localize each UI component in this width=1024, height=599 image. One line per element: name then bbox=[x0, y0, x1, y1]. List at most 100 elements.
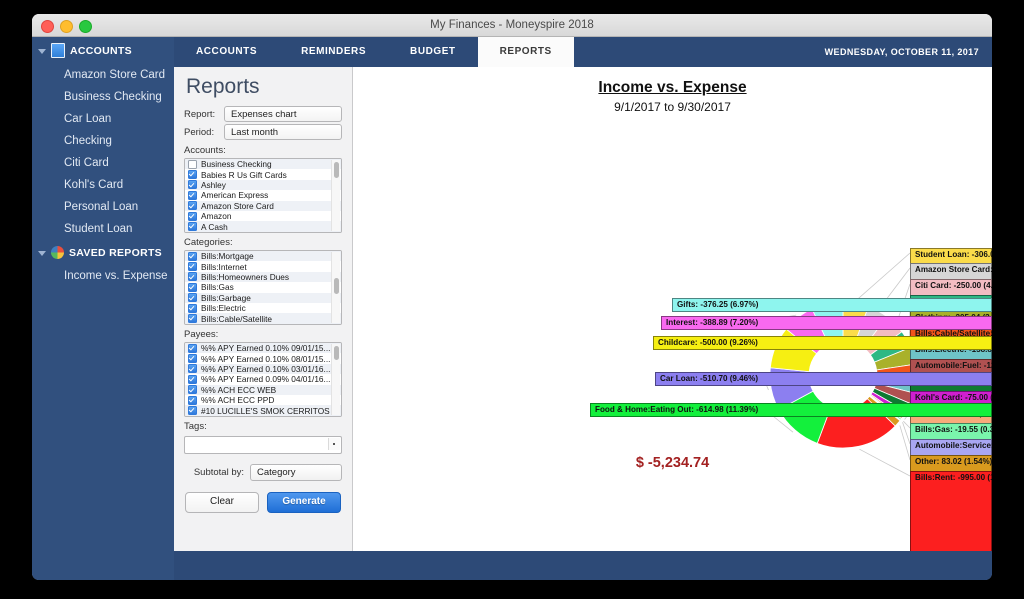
checkbox-icon[interactable] bbox=[188, 262, 197, 271]
scrollbar-thumb[interactable] bbox=[334, 278, 339, 294]
list-item[interactable]: <All Payees> bbox=[185, 416, 341, 417]
sidebar-group-saved-reports[interactable]: SAVED REPORTS bbox=[32, 240, 174, 265]
top-navigation-bar: ACCOUNTS REMINDERS BUDGET REPORTS WEDNES… bbox=[174, 37, 992, 67]
checkbox-icon[interactable] bbox=[188, 212, 197, 221]
disclosure-triangle-icon[interactable] bbox=[38, 251, 46, 256]
sidebar-item-kohls-card[interactable]: Kohl's Card bbox=[32, 174, 174, 196]
checkbox-icon[interactable] bbox=[188, 396, 197, 405]
list-item[interactable]: Business Checking bbox=[185, 159, 341, 169]
list-item[interactable]: Bills:Garbage bbox=[185, 293, 341, 303]
checkbox-icon[interactable] bbox=[188, 375, 197, 384]
period-select[interactable]: Last month bbox=[224, 124, 342, 140]
list-item[interactable]: Bills:Gas bbox=[185, 282, 341, 292]
checkbox-icon[interactable] bbox=[188, 416, 197, 417]
sidebar-group-accounts[interactable]: ACCOUNTS bbox=[32, 37, 174, 64]
list-item[interactable]: #10 LUCILLE'S SMOK CERRITOS ... bbox=[185, 405, 341, 415]
chart-title: Income vs. Expense bbox=[353, 79, 992, 97]
checkbox-icon[interactable] bbox=[188, 160, 197, 169]
list-item[interactable]: Amazon bbox=[185, 211, 341, 221]
tab-accounts[interactable]: ACCOUNTS bbox=[174, 37, 279, 67]
checkbox-icon[interactable] bbox=[188, 364, 197, 373]
form-buttons: Clear Generate bbox=[174, 481, 352, 513]
checkbox-icon[interactable] bbox=[188, 344, 197, 353]
accounts-scrollbar[interactable] bbox=[331, 160, 340, 231]
list-item[interactable]: <All Accounts> bbox=[185, 232, 341, 233]
checkbox-icon[interactable] bbox=[188, 191, 197, 200]
tags-input[interactable] bbox=[184, 436, 342, 454]
checkbox-icon[interactable] bbox=[188, 304, 197, 313]
subtotal-select[interactable]: Category bbox=[250, 464, 342, 481]
sidebar-item-citi-card[interactable]: Citi Card bbox=[32, 152, 174, 174]
list-item-label: Bills bbox=[201, 324, 216, 325]
list-item[interactable]: Bills:Homeowners Dues bbox=[185, 272, 341, 282]
pie-label-interest: Interest: -388.89 (7.20%) bbox=[661, 316, 992, 330]
chart-subtitle: 9/1/2017 to 9/30/2017 bbox=[353, 100, 992, 114]
checkbox-icon[interactable] bbox=[188, 283, 197, 292]
checkbox-icon[interactable] bbox=[188, 272, 197, 281]
clear-button[interactable]: Clear bbox=[185, 492, 259, 513]
list-item-label: Amazon bbox=[201, 211, 231, 221]
pie-chart-icon bbox=[51, 246, 64, 259]
sidebar-item-car-loan[interactable]: Car Loan bbox=[32, 108, 174, 130]
list-item[interactable]: Bills:Cable/Satellite bbox=[185, 313, 341, 323]
list-item-label: Business Checking bbox=[201, 159, 272, 169]
payees-list[interactable]: %% APY Earned 0.10% 09/01/15...%% APY Ea… bbox=[184, 342, 342, 417]
tab-budget[interactable]: BUDGET bbox=[388, 37, 478, 67]
pie-label-gifts: Gifts: -376.25 (6.97%) bbox=[672, 298, 992, 312]
checkbox-icon[interactable] bbox=[188, 406, 197, 415]
scrollbar-thumb[interactable] bbox=[334, 162, 339, 178]
list-item[interactable]: Babies R Us Gift Cards bbox=[185, 169, 341, 179]
checkbox-icon[interactable] bbox=[188, 314, 197, 323]
checkbox-icon[interactable] bbox=[188, 354, 197, 363]
checkbox-icon[interactable] bbox=[188, 293, 197, 302]
window-title: My Finances - Moneyspire 2018 bbox=[32, 14, 992, 36]
list-item[interactable]: American Express bbox=[185, 190, 341, 200]
sidebar-item-amazon-store-card[interactable]: Amazon Store Card bbox=[32, 64, 174, 86]
payees-scrollbar[interactable] bbox=[331, 344, 340, 415]
checkbox-icon[interactable] bbox=[188, 222, 197, 231]
period-row: Period: Last month bbox=[174, 123, 352, 141]
list-item[interactable]: Ashley bbox=[185, 180, 341, 190]
categories-scrollbar[interactable] bbox=[331, 252, 340, 323]
accounts-list[interactable]: Business CheckingBabies R Us Gift CardsA… bbox=[184, 158, 342, 233]
list-item-label: Bills:Mortgage bbox=[201, 251, 254, 261]
list-item[interactable]: A Cash bbox=[185, 221, 341, 231]
sidebar-item-income-vs-expense[interactable]: Income vs. Expense bbox=[32, 265, 174, 287]
checkbox-icon[interactable] bbox=[188, 252, 197, 261]
disclosure-triangle-icon[interactable] bbox=[38, 49, 46, 54]
generate-button[interactable]: Generate bbox=[267, 492, 341, 513]
list-item-label: %% APY Earned 0.10% 08/01/15... bbox=[201, 354, 330, 364]
list-item-label: %% APY Earned 0.10% 03/01/16... bbox=[201, 364, 330, 374]
scrollbar-thumb[interactable] bbox=[334, 346, 339, 360]
tab-reminders[interactable]: REMINDERS bbox=[279, 37, 388, 67]
list-item[interactable]: %% APY Earned 0.10% 08/01/15... bbox=[185, 353, 341, 363]
sidebar-item-personal-loan[interactable]: Personal Loan bbox=[32, 196, 174, 218]
categories-list[interactable]: Bills:MortgageBills:InternetBills:Homeow… bbox=[184, 250, 342, 325]
list-item[interactable]: Bills bbox=[185, 324, 341, 325]
checkbox-icon[interactable] bbox=[188, 170, 197, 179]
sidebar-item-checking[interactable]: Checking bbox=[32, 130, 174, 152]
checkbox-icon[interactable] bbox=[188, 385, 197, 394]
list-item[interactable]: %% ACH ECC WEB bbox=[185, 385, 341, 395]
list-item[interactable]: %% ACH ECC PPD bbox=[185, 395, 341, 405]
checkbox-icon[interactable] bbox=[188, 180, 197, 189]
report-type-select[interactable]: Expenses chart bbox=[224, 106, 342, 122]
list-item[interactable]: %% APY Earned 0.10% 09/01/15... bbox=[185, 343, 341, 353]
tab-reports[interactable]: REPORTS bbox=[478, 37, 574, 67]
subtotal-row: Subtotal by: Category bbox=[174, 454, 352, 481]
checkbox-icon[interactable] bbox=[188, 201, 197, 210]
list-item[interactable]: Bills:Internet bbox=[185, 261, 341, 271]
sidebar-item-student-loan[interactable]: Student Loan bbox=[32, 218, 174, 240]
list-item[interactable]: Amazon Store Card bbox=[185, 201, 341, 211]
checkbox-icon[interactable] bbox=[188, 324, 197, 325]
sidebar-item-business-checking[interactable]: Business Checking bbox=[32, 86, 174, 108]
list-item-label: A Cash bbox=[201, 222, 228, 232]
tags-dropdown-icon[interactable] bbox=[328, 438, 340, 450]
checkbox-icon[interactable] bbox=[188, 232, 197, 233]
list-item-label: %% APY Earned 0.09% 04/01/16... bbox=[201, 374, 330, 384]
list-item[interactable]: %% APY Earned 0.09% 04/01/16... bbox=[185, 374, 341, 384]
list-item[interactable]: Bills:Mortgage bbox=[185, 251, 341, 261]
list-item[interactable]: %% APY Earned 0.10% 03/01/16... bbox=[185, 364, 341, 374]
list-item-label: American Express bbox=[201, 190, 268, 200]
list-item[interactable]: Bills:Electric bbox=[185, 303, 341, 313]
